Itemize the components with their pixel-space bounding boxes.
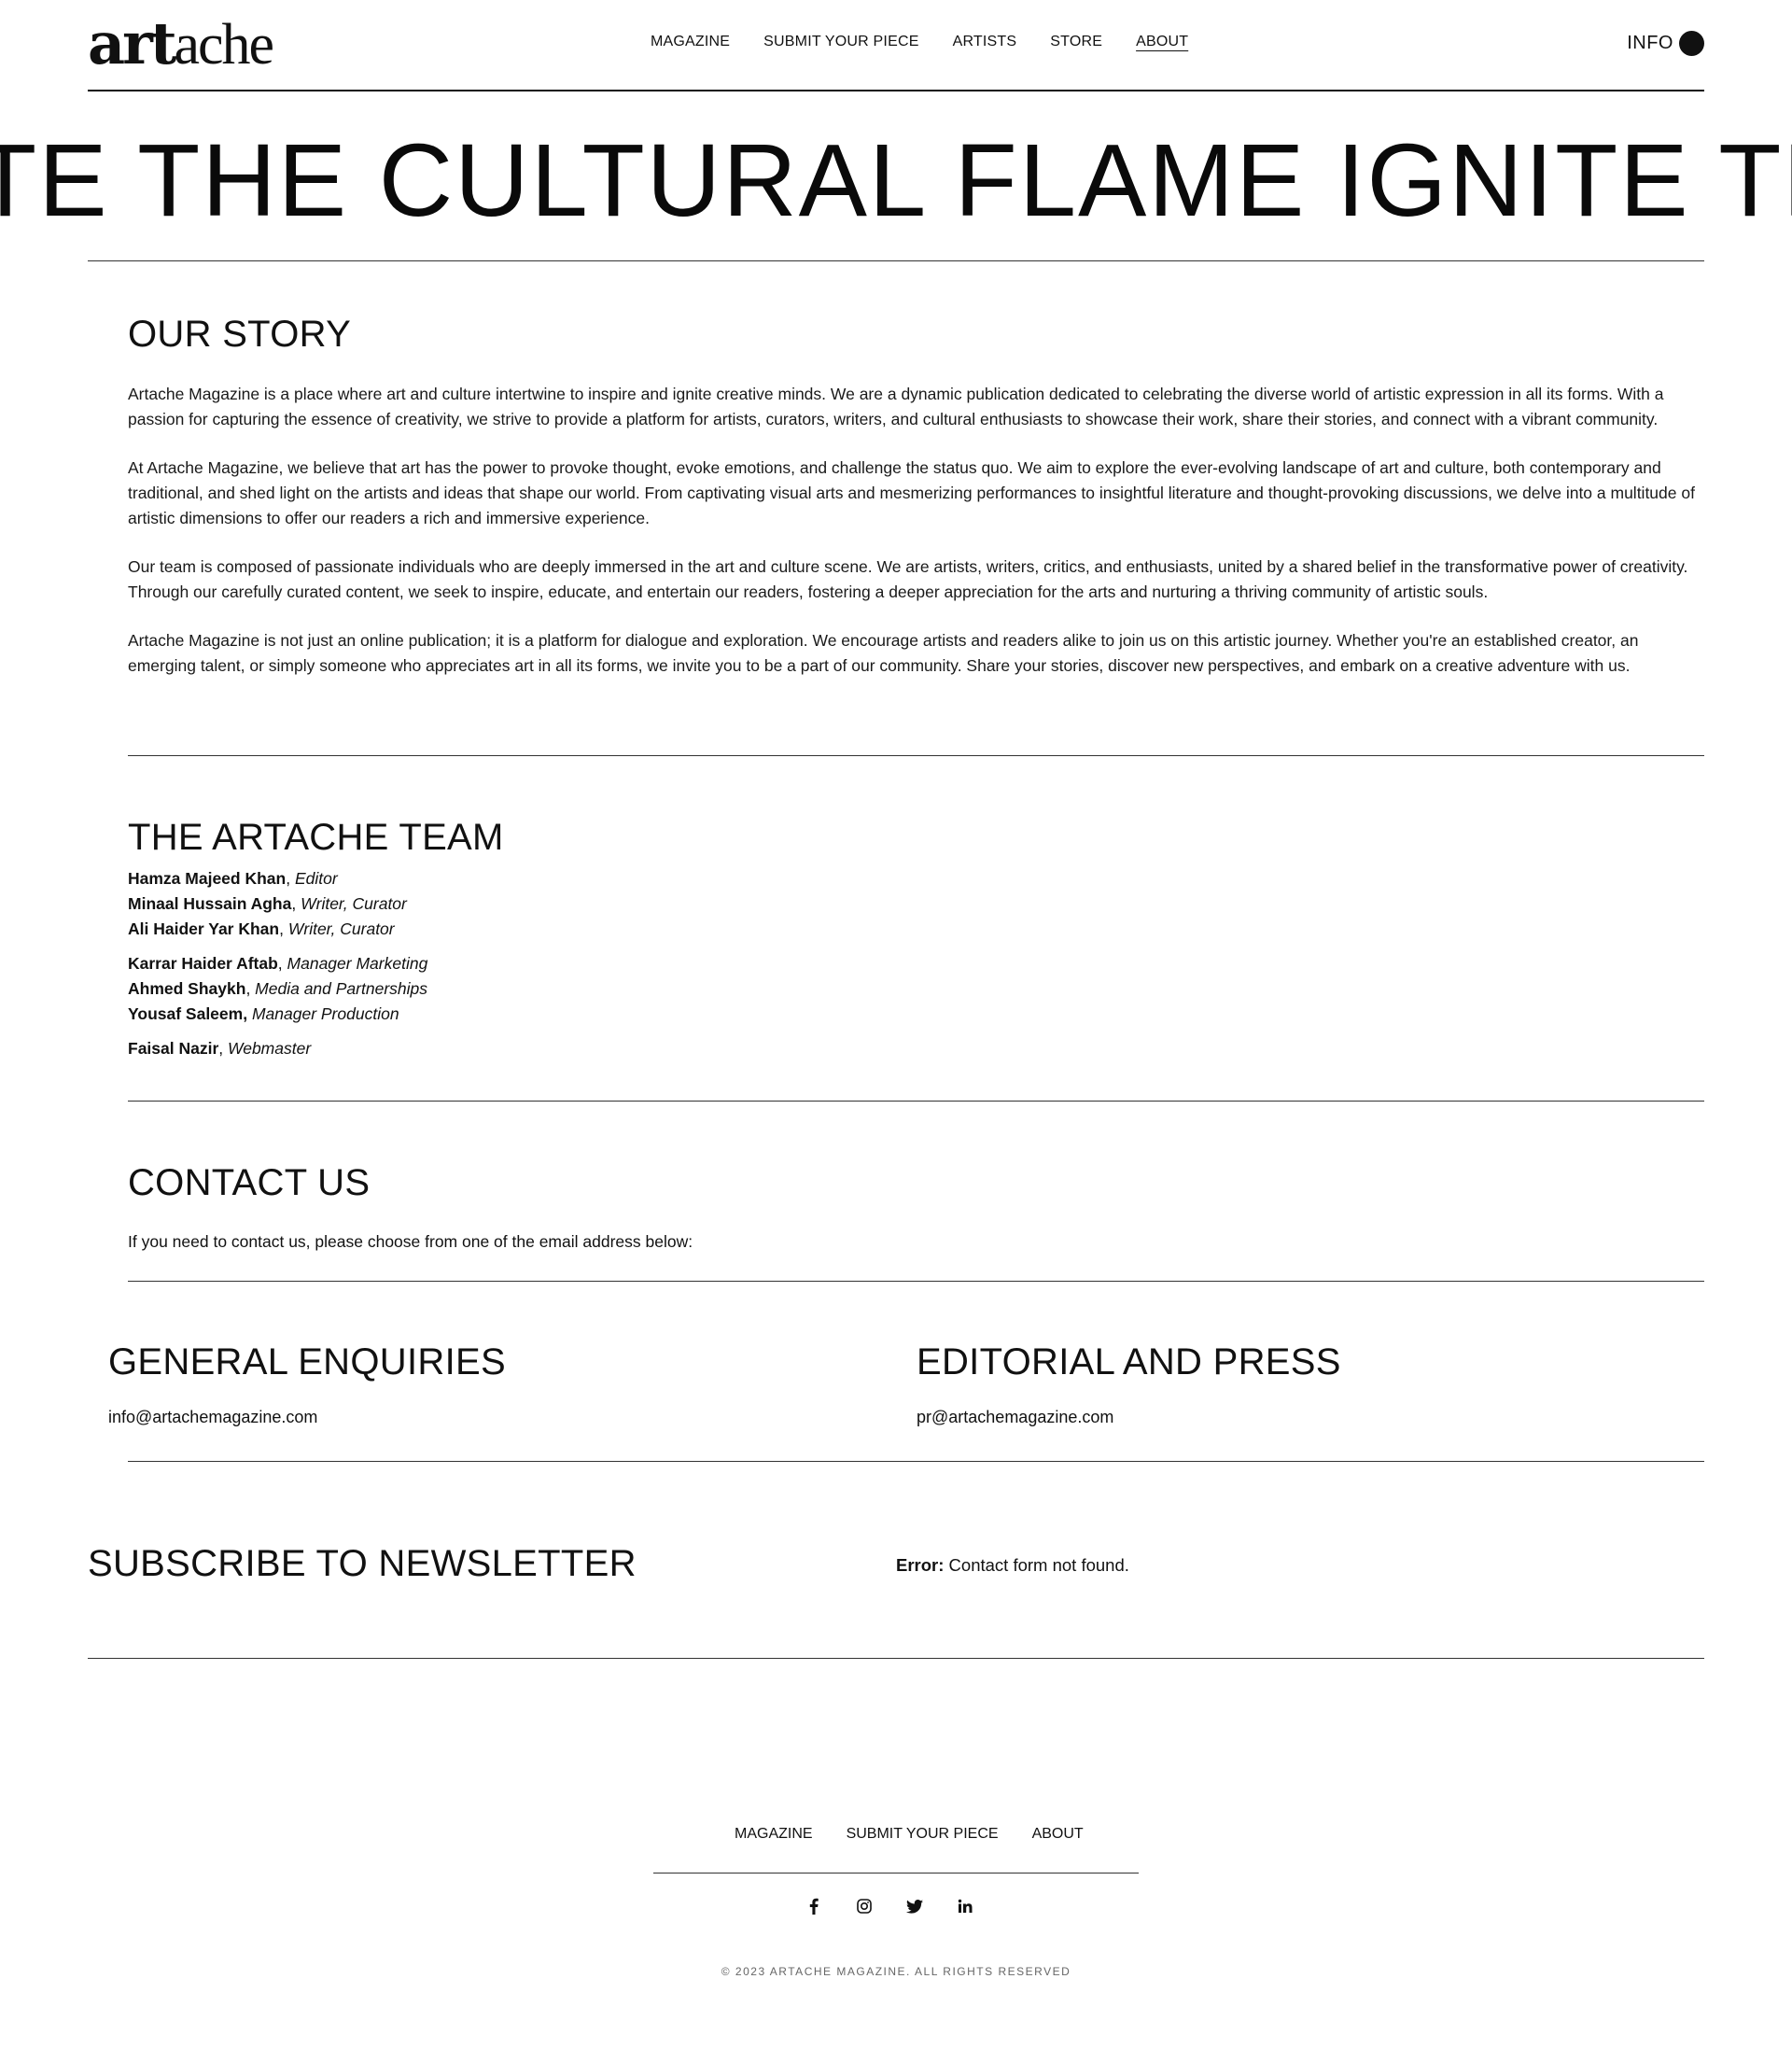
- team-member: Ali Haider Yar Khan, Writer, Curator: [128, 917, 504, 942]
- member-name: Minaal Hussain Agha: [128, 894, 292, 913]
- contact-section: CONTACT US If you need to contact us, pl…: [128, 1162, 693, 1252]
- divider: [128, 1461, 1704, 1462]
- member-name: Karrar Haider Aftab: [128, 954, 278, 973]
- nav-magazine[interactable]: MAGAZINE: [651, 34, 730, 50]
- member-separator: ,: [286, 869, 295, 888]
- member-role: Manager Marketing: [287, 954, 428, 973]
- team-member: Ahmed Shaykh, Media and Partnerships: [128, 976, 504, 1002]
- nav-about[interactable]: ABOUT: [1136, 34, 1188, 50]
- contact-title: CONTACT US: [128, 1162, 371, 1203]
- info-button[interactable]: INFO: [1627, 31, 1704, 56]
- team-title: THE ARTACHE TEAM: [128, 817, 504, 858]
- our-story-title: OUR STORY: [128, 314, 352, 355]
- member-name: Faisal Nazir: [128, 1039, 219, 1058]
- logo-part-bold: art: [88, 9, 177, 77]
- divider: [128, 1101, 1704, 1102]
- member-role: Media and Partnerships: [255, 979, 427, 998]
- instagram-icon[interactable]: [853, 1895, 875, 1917]
- marquee-text: TE THE CULTURAL FLAME IGNITE THE A: [0, 123, 1792, 238]
- footer-nav-about[interactable]: ABOUT: [1032, 1826, 1084, 1843]
- contact-text: If you need to contact us, please choose…: [128, 1232, 693, 1251]
- nav-artists[interactable]: ARTISTS: [953, 34, 1017, 50]
- member-separator: ,: [291, 894, 301, 913]
- member-name: Ahmed Shaykh: [128, 979, 246, 998]
- member-role: Writer, Curator: [301, 894, 407, 913]
- error-text: Contact form not found.: [944, 1555, 1129, 1575]
- member-name: Yousaf Saleem,: [128, 1004, 248, 1023]
- member-separator: ,: [218, 1039, 229, 1058]
- editorial-press: EDITORIAL AND PRESS pr@artachemagazine.c…: [917, 1341, 1341, 1427]
- logo-part-thin: ache: [174, 13, 274, 77]
- social-links: [803, 1895, 976, 1917]
- story-paragraph: Our team is composed of passionate indiv…: [128, 557, 1688, 601]
- divider: [88, 260, 1704, 261]
- nav-store[interactable]: STORE: [1050, 34, 1102, 50]
- subscribe-title: SUBSCRIBE TO NEWSLETTER: [88, 1543, 637, 1584]
- copyright: © 2023 ARTACHE MAGAZINE. ALL RIGHTS RESE…: [721, 1965, 1071, 1978]
- team-member: Faisal Nazir, Webmaster: [128, 1036, 504, 1061]
- footer-nav: MAGAZINE SUBMIT YOUR PIECE ABOUT: [735, 1826, 1084, 1843]
- member-role: Manager Production: [251, 1004, 399, 1023]
- story-paragraph: Artache Magazine is not just an online p…: [128, 631, 1639, 675]
- site-logo[interactable]: art ache: [88, 9, 274, 77]
- nav-submit-your-piece[interactable]: SUBMIT YOUR PIECE: [763, 34, 918, 50]
- member-role: Editor: [294, 869, 338, 888]
- marquee-banner: TE THE CULTURAL FLAME IGNITE THE A: [0, 91, 1792, 261]
- story-paragraph: At Artache Magazine, we believe that art…: [128, 458, 1695, 527]
- team-member: Minaal Hussain Agha, Writer, Curator: [128, 891, 504, 917]
- member-separator: ,: [277, 954, 287, 973]
- team-list: Hamza Majeed Khan, Editor Minaal Hussain…: [128, 866, 504, 1061]
- footer-nav-magazine[interactable]: MAGAZINE: [735, 1826, 813, 1843]
- info-label: INFO: [1627, 33, 1673, 53]
- footer-divider: [653, 1873, 1139, 1874]
- member-separator: ,: [245, 979, 256, 998]
- site-header: art ache MAGAZINE SUBMIT YOUR PIECE ARTIS…: [88, 0, 1704, 91]
- divider: [88, 1658, 1704, 1659]
- error-label: Error:: [896, 1555, 945, 1575]
- linkedin-icon[interactable]: [954, 1895, 976, 1917]
- team-member: Hamza Majeed Khan, Editor: [128, 866, 504, 891]
- general-enquiries: GENERAL ENQUIRIES info@artachemagazine.c…: [108, 1341, 506, 1427]
- member-separator: ,: [279, 919, 288, 938]
- team-member: Karrar Haider Aftab, Manager Marketing: [128, 951, 504, 976]
- twitter-icon[interactable]: [903, 1895, 926, 1917]
- footer-nav-submit-your-piece[interactable]: SUBMIT YOUR PIECE: [847, 1826, 999, 1843]
- facebook-icon[interactable]: [803, 1895, 825, 1917]
- general-email-link[interactable]: info@artachemagazine.com: [108, 1408, 506, 1427]
- divider: [128, 1281, 1704, 1282]
- story-paragraph: Artache Magazine is a place where art an…: [128, 385, 1664, 428]
- general-enquiries-title: GENERAL ENQUIRIES: [108, 1341, 506, 1382]
- divider: [128, 755, 1704, 756]
- member-role: Webmaster: [228, 1039, 312, 1058]
- press-email-link[interactable]: pr@artachemagazine.com: [917, 1408, 1341, 1427]
- team-section: THE ARTACHE TEAM Hamza Majeed Khan, Edit…: [128, 817, 504, 1061]
- member-name: Hamza Majeed Khan: [128, 869, 287, 888]
- subscribe-error: Error: Contact form not found.: [896, 1555, 1129, 1576]
- member-role: Writer, Curator: [287, 919, 395, 938]
- editorial-press-title: EDITORIAL AND PRESS: [917, 1341, 1341, 1382]
- our-story-section: OUR STORY Artache Magazine is a place wh…: [128, 314, 1705, 679]
- main-nav: MAGAZINE SUBMIT YOUR PIECE ARTISTS STORE…: [651, 34, 1188, 50]
- circle-icon: [1679, 31, 1704, 56]
- member-name: Ali Haider Yar Khan: [128, 919, 280, 938]
- team-member: Yousaf Saleem, Manager Production: [128, 1002, 504, 1027]
